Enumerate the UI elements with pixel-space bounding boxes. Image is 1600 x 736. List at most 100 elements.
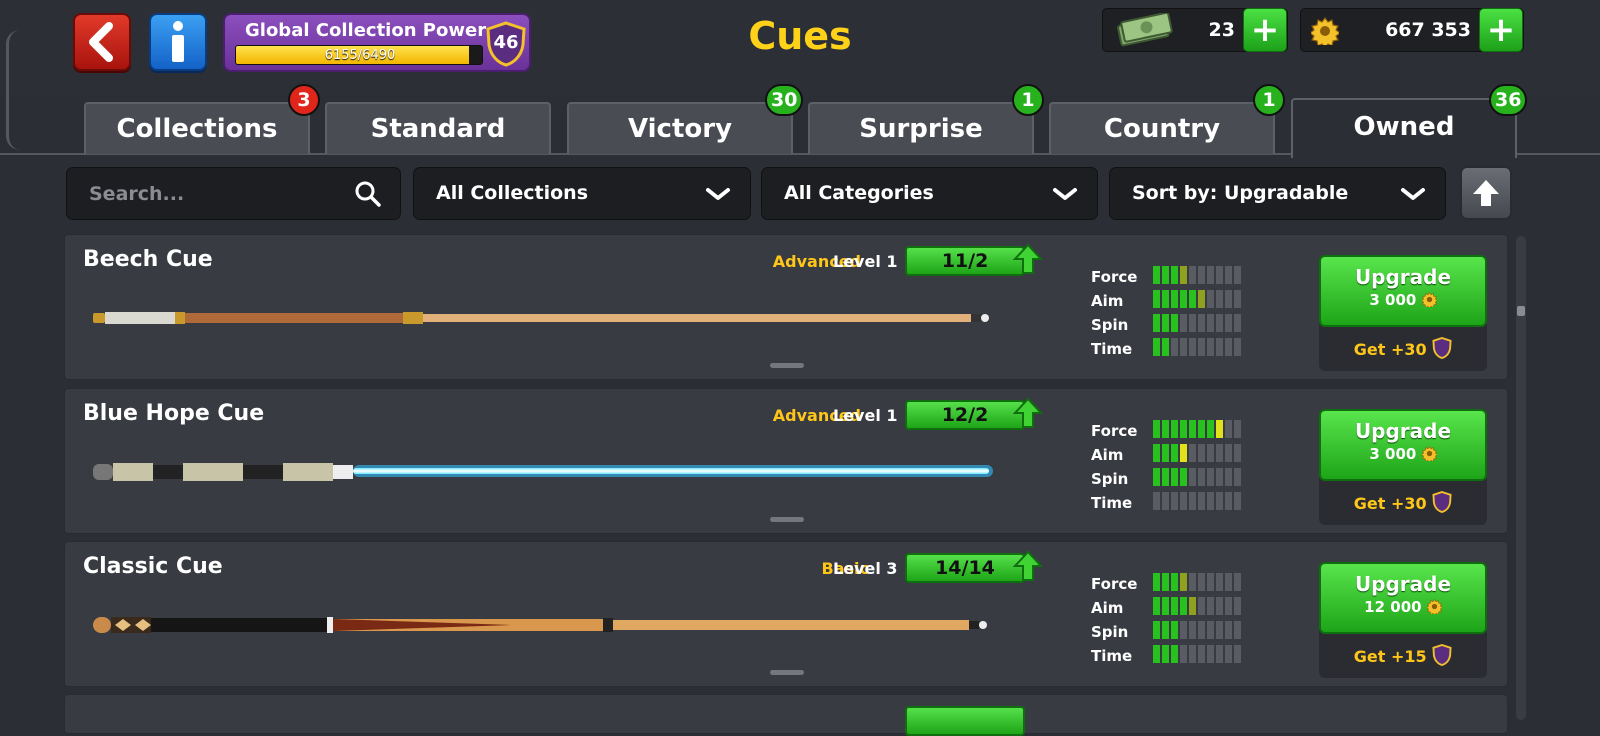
stat-segment (1180, 621, 1187, 639)
stat-segment (1216, 621, 1223, 639)
cue-image (91, 612, 1011, 636)
stat-label: Aim (1091, 599, 1124, 617)
cue-card[interactable]: Classic Cue Basic Level 3 14/14 Force Aim… (64, 541, 1508, 687)
stat-row-spin: Spin (1091, 313, 1251, 337)
coins-value: 667 353 (1385, 19, 1471, 41)
stat-segment (1216, 597, 1223, 615)
upgrade-button[interactable]: Upgrade 3 000 (1319, 255, 1487, 327)
stat-segment (1180, 338, 1187, 356)
stat-segment (1234, 444, 1241, 462)
stat-segment (1171, 597, 1178, 615)
stat-segment (1225, 266, 1232, 284)
stat-bar-aim (1153, 290, 1241, 308)
collections-dropdown[interactable]: All Collections (413, 167, 751, 220)
stat-segment (1234, 621, 1241, 639)
chevron-down-icon (706, 188, 730, 200)
scrollbar[interactable] (1516, 236, 1526, 720)
sort-direction-button[interactable] (1460, 166, 1512, 220)
collection-bonus: Get +15 (1319, 643, 1487, 666)
stat-segment (1216, 573, 1223, 591)
stat-segment (1198, 420, 1205, 438)
stat-segment (1225, 468, 1232, 486)
global-collection-power[interactable]: Global Collection Power 6155/6490 46 (223, 13, 531, 72)
stat-segment (1225, 621, 1232, 639)
search-box[interactable] (66, 167, 401, 220)
stat-segment (1207, 420, 1214, 438)
stat-segment (1180, 645, 1187, 663)
upgrade-label: Upgrade (1354, 572, 1452, 596)
add-cash-button[interactable]: + (1243, 8, 1287, 52)
stat-segment (1207, 444, 1214, 462)
search-icon[interactable] (354, 180, 382, 208)
tab-standard[interactable]: Standard (325, 102, 551, 154)
stat-segment (1225, 314, 1232, 332)
plus-icon: + (1250, 10, 1280, 50)
stat-segment (1234, 314, 1241, 332)
cue-image (91, 459, 1011, 483)
cue-progress-bar: 11/2 (905, 246, 1025, 276)
classic-cue-image (93, 617, 987, 633)
stat-segment (1207, 645, 1214, 663)
upgrade-panel: Upgrade 3 000 Get +30 (1319, 255, 1487, 371)
stat-segment (1234, 338, 1241, 356)
arrow-up-icon (1013, 550, 1043, 581)
stat-segment (1153, 492, 1160, 510)
upgrade-button[interactable]: Upgrade 12 000 (1319, 562, 1487, 634)
stat-segment (1189, 573, 1196, 591)
stat-row-time: Time (1091, 337, 1251, 361)
stat-segment (1234, 420, 1241, 438)
stat-label: Time (1091, 494, 1133, 512)
stat-segment (1225, 597, 1232, 615)
stat-segment (1225, 338, 1232, 356)
stat-segment (1207, 266, 1214, 284)
stat-segment (1153, 573, 1160, 591)
search-input[interactable] (67, 168, 400, 219)
cue-progress-bar: 12/2 (905, 400, 1025, 430)
expand-handle[interactable] (770, 670, 804, 675)
stat-segment (1198, 338, 1205, 356)
arrow-up-icon (1473, 180, 1499, 206)
cue-progress-bar: 14/14 (905, 553, 1025, 583)
stat-bar-spin (1153, 621, 1241, 639)
tab-surprise[interactable]: Surprise (808, 102, 1034, 154)
coin-gear-icon (1425, 599, 1443, 617)
cue-card[interactable]: Beech Cue Advanced Level 1 11/2 Force Aim… (64, 234, 1508, 380)
stat-segment (1207, 621, 1214, 639)
stat-segment (1207, 290, 1214, 308)
tab-collections[interactable]: Collections (84, 102, 310, 154)
collection-bonus: Get +30 (1319, 336, 1487, 359)
stat-segment (1234, 597, 1241, 615)
categories-dropdown[interactable]: All Categories (761, 167, 1098, 220)
expand-handle[interactable] (770, 517, 804, 522)
tab-country[interactable]: Country (1049, 102, 1275, 154)
stat-segment (1171, 468, 1178, 486)
stat-segment (1153, 645, 1160, 663)
stat-segment (1216, 444, 1223, 462)
stat-segment (1180, 573, 1187, 591)
stat-segment (1153, 290, 1160, 308)
sort-dropdown[interactable]: Sort by: Upgradable (1109, 167, 1446, 220)
upgrade-button[interactable]: Upgrade 3 000 (1319, 409, 1487, 481)
stat-segment (1162, 573, 1169, 591)
stat-label: Spin (1091, 316, 1129, 334)
coin-gear-icon (1420, 446, 1438, 464)
info-button[interactable] (149, 13, 207, 71)
tab-victory[interactable]: Victory (567, 102, 793, 154)
add-coins-button[interactable]: + (1479, 8, 1523, 52)
stat-segment (1162, 597, 1169, 615)
info-icon (172, 21, 184, 62)
stat-label: Aim (1091, 292, 1124, 310)
stat-segment (1207, 468, 1214, 486)
cue-card-partial[interactable] (64, 694, 1508, 736)
expand-handle[interactable] (770, 363, 804, 368)
stat-segment (1198, 492, 1205, 510)
collection-power-bar: 6155/6490 (235, 45, 483, 65)
stat-segment (1198, 573, 1205, 591)
plus-icon: + (1486, 10, 1516, 50)
stat-segment (1225, 444, 1232, 462)
back-button[interactable] (73, 13, 131, 71)
cue-card[interactable]: Blue Hope Cue Advanced Level 1 12/2 Forc… (64, 388, 1508, 534)
tab-owned[interactable]: Owned (1291, 98, 1517, 158)
stat-segment (1225, 492, 1232, 510)
scrollbar-thumb[interactable] (1517, 306, 1525, 316)
